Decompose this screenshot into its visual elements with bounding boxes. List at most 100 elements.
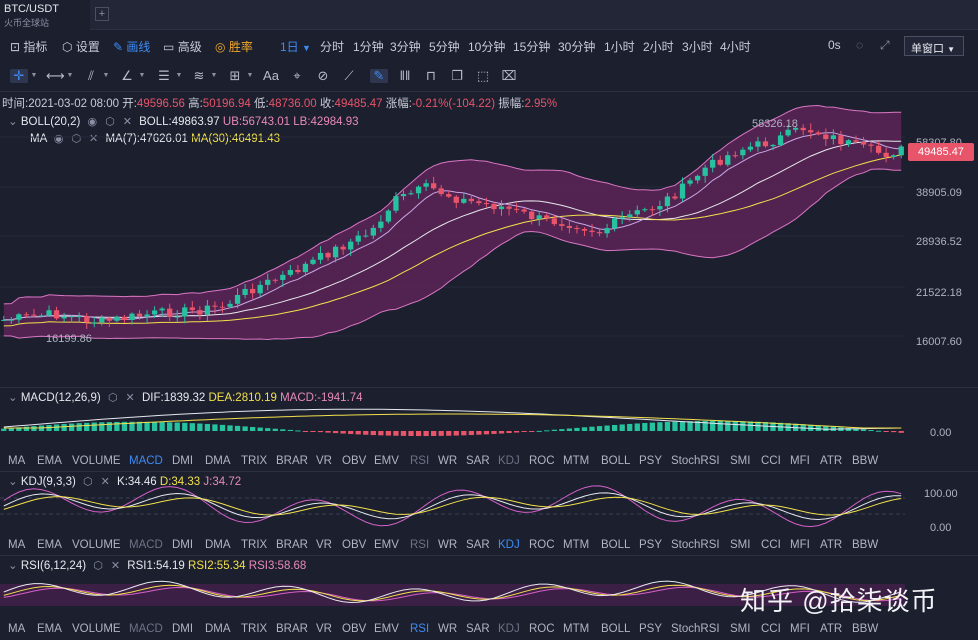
indicator-option[interactable]: OBV (342, 539, 366, 551)
indicator-option[interactable]: MA (8, 623, 25, 635)
indicator-option[interactable]: BOLL (601, 539, 630, 551)
indicator-option[interactable]: OBV (342, 455, 366, 467)
indicator-option[interactable]: SAR (466, 539, 490, 551)
indicator-option[interactable]: EMV (374, 455, 399, 467)
indicator-option[interactable]: PSY (639, 539, 662, 551)
measure-icon[interactable]: ⌖ (288, 69, 306, 83)
wave-icon[interactable]: ≋ (190, 69, 208, 83)
fib-icon[interactable]: ☰ (155, 69, 173, 83)
crosshair-icon[interactable]: ✛ (10, 69, 28, 83)
indicator-option[interactable]: ROC (529, 455, 555, 467)
indicator-option[interactable]: KDJ (498, 539, 520, 551)
indicator-option[interactable]: MFI (790, 623, 810, 635)
caret-down-icon[interactable]: ▼ (246, 69, 254, 83)
caret-down-icon[interactable]: ▼ (30, 69, 38, 83)
main-price-chart[interactable] (0, 92, 978, 388)
indicator-option[interactable]: DMA (205, 455, 231, 467)
caret-down-icon[interactable]: ▼ (175, 69, 183, 83)
trash-icon[interactable]: ⌧ (500, 69, 518, 83)
indicator-option[interactable]: RSI (410, 623, 429, 635)
indicator-option[interactable]: BOLL (601, 623, 630, 635)
indicator-option[interactable]: VR (316, 539, 332, 551)
indicator-option[interactable]: SMI (730, 623, 750, 635)
interval-select[interactable]: 1日 ▼ (280, 38, 311, 55)
indicator-option[interactable]: WR (438, 455, 457, 467)
interval-option[interactable]: 分时 (320, 38, 344, 55)
indicator-option[interactable]: CCI (761, 539, 781, 551)
angle-icon[interactable]: ∠ (118, 69, 136, 83)
draw-mode-icon[interactable]: ✎ (370, 69, 388, 83)
caret-down-icon[interactable]: ▼ (102, 69, 110, 83)
indicator-option[interactable]: CCI (761, 623, 781, 635)
draw-button[interactable]: ✎ 画线 (113, 38, 150, 55)
indicator-option[interactable]: RSI (410, 539, 429, 551)
indicator-option[interactable]: MA (8, 539, 25, 551)
indicator-option[interactable]: SAR (466, 455, 490, 467)
interval-option[interactable]: 3小时 (682, 38, 713, 55)
screenshot-icon[interactable]: ◌ (856, 38, 863, 52)
indicator-option[interactable]: BBW (852, 455, 878, 467)
indicator-option[interactable]: VOLUME (72, 455, 121, 467)
interval-option[interactable]: 10分钟 (468, 38, 505, 55)
indicator-option[interactable]: VOLUME (72, 623, 121, 635)
indicator-option[interactable]: BBW (852, 623, 878, 635)
lock-icon[interactable]: ⊓ (422, 69, 440, 83)
interval-option[interactable]: 1小时 (604, 38, 635, 55)
advanced-button[interactable]: ▭ 高级 (163, 38, 202, 55)
settings-button[interactable]: ⬡ 设置 (62, 38, 100, 55)
indicator-option[interactable]: MTM (563, 455, 589, 467)
indicator-option[interactable]: TRIX (241, 539, 267, 551)
caret-down-icon[interactable]: ▼ (138, 69, 146, 83)
macd-chart[interactable] (0, 388, 905, 452)
indicator-option[interactable]: MACD (129, 539, 163, 551)
interval-option[interactable]: 4小时 (720, 38, 751, 55)
indicator-option[interactable]: TRIX (241, 623, 267, 635)
indicator-option[interactable]: BRAR (276, 623, 308, 635)
indicator-option[interactable]: DMA (205, 623, 231, 635)
ruler-icon[interactable]: ⟋ (340, 69, 358, 83)
indicator-option[interactable]: BBW (852, 539, 878, 551)
indicator-option[interactable]: VOLUME (72, 539, 121, 551)
indicator-option[interactable]: RSI (410, 455, 429, 467)
interval-option[interactable]: 1分钟 (353, 38, 384, 55)
indicator-option[interactable]: SAR (466, 623, 490, 635)
indicator-option[interactable]: ROC (529, 623, 555, 635)
indicator-option[interactable]: StochRSI (671, 623, 720, 635)
add-tab-button[interactable]: + (95, 7, 109, 21)
indicator-option[interactable]: ATR (820, 623, 842, 635)
rectangle-icon[interactable]: ⊞ (226, 69, 244, 83)
indicator-option[interactable]: PSY (639, 623, 662, 635)
indicator-option[interactable]: SMI (730, 455, 750, 467)
indicator-option[interactable]: BRAR (276, 455, 308, 467)
kdj-chart[interactable] (0, 472, 905, 536)
indicator-option[interactable]: MFI (790, 539, 810, 551)
indicator-option[interactable]: DMI (172, 455, 193, 467)
indicator-option[interactable]: DMA (205, 539, 231, 551)
indicator-option[interactable]: PSY (639, 455, 662, 467)
indicator-option[interactable]: DMI (172, 623, 193, 635)
indicator-option[interactable]: ATR (820, 455, 842, 467)
interval-option[interactable]: 15分钟 (513, 38, 550, 55)
indicator-option[interactable]: CCI (761, 455, 781, 467)
symbol-tab[interactable]: BTC/USDT 火币全球站 (0, 0, 90, 30)
indicator-option[interactable]: TRIX (241, 455, 267, 467)
indicator-option[interactable]: EMV (374, 623, 399, 635)
indicator-option[interactable]: BRAR (276, 539, 308, 551)
indicator-option[interactable]: WR (438, 539, 457, 551)
caret-down-icon[interactable]: ▼ (66, 69, 74, 83)
horizontal-ray-icon[interactable]: ⟷ (46, 69, 65, 83)
indicator-option[interactable]: MACD (129, 455, 163, 467)
indicator-option[interactable]: WR (438, 623, 457, 635)
indicator-option[interactable]: ROC (529, 539, 555, 551)
indicator-option[interactable]: EMA (37, 455, 62, 467)
indicator-option[interactable]: ATR (820, 539, 842, 551)
indicator-option[interactable]: VR (316, 623, 332, 635)
indicator-option[interactable]: MFI (790, 455, 810, 467)
indicator-option[interactable]: VR (316, 455, 332, 467)
indicator-option[interactable]: KDJ (498, 623, 520, 635)
text-icon[interactable]: Aa (262, 69, 280, 83)
indicator-option[interactable]: EMV (374, 539, 399, 551)
indicator-option[interactable]: SMI (730, 539, 750, 551)
indicator-option[interactable]: MTM (563, 623, 589, 635)
indicator-option[interactable]: MA (8, 455, 25, 467)
